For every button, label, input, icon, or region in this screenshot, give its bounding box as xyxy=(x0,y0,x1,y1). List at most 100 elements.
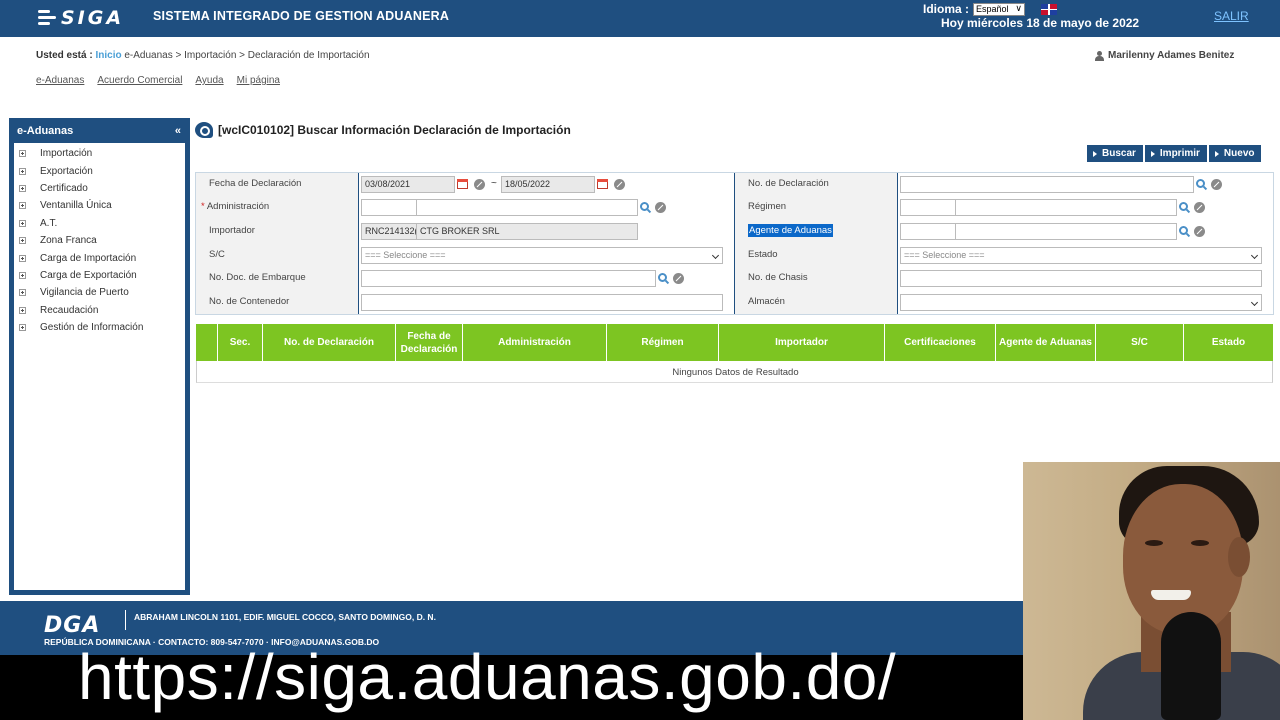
regimen-name-input[interactable] xyxy=(955,199,1177,216)
sidebar-item-label: Zona Franca xyxy=(40,235,97,247)
sidebar-item-exportacion[interactable]: Exportación xyxy=(14,162,185,179)
siga-logo[interactable]: SIGA xyxy=(38,5,124,31)
no-contenedor-label: No. de Contenedor xyxy=(209,296,290,307)
required-marker: * xyxy=(201,201,205,212)
search-page-icon xyxy=(195,122,213,138)
date-range-separator: ~ xyxy=(491,178,497,189)
column-fecha-declaracion[interactable]: Fecha de Declaración xyxy=(396,324,463,361)
sidebar-item-vigilancia-puerto[interactable]: Vigilancia de Puerto xyxy=(14,284,185,301)
column-administracion[interactable]: Administración xyxy=(463,324,607,361)
nav-mi-pagina[interactable]: Mi página xyxy=(237,75,280,86)
no-declaracion-input[interactable] xyxy=(900,176,1194,193)
clear-icon[interactable] xyxy=(673,273,684,284)
no-declaracion-label: No. de Declaración xyxy=(748,178,829,189)
sidebar-item-carga-exportacion[interactable]: Carga de Exportación xyxy=(14,267,185,284)
sidebar-item-zona-franca[interactable]: Zona Franca xyxy=(14,232,185,249)
sidebar-menu: Importación Exportación Certificado Vent… xyxy=(14,143,185,590)
expand-icon[interactable] xyxy=(19,254,26,262)
search-form: Fecha de Declaración 03/08/2021 ~ 18/05/… xyxy=(195,172,1274,315)
expand-icon[interactable] xyxy=(19,184,26,192)
column-certificaciones[interactable]: Certificaciones xyxy=(885,324,996,361)
fecha-declaracion-label: Fecha de Declaración xyxy=(209,178,302,189)
column-regimen[interactable]: Régimen xyxy=(607,324,719,361)
search-button[interactable]: Buscar xyxy=(1087,145,1143,162)
importador-code-input[interactable]: RNC214132( xyxy=(361,223,417,240)
sidebar-header: e-Aduanas « xyxy=(14,121,185,141)
column-sec[interactable]: Sec. xyxy=(218,324,263,361)
column-sc[interactable]: S/C xyxy=(1096,324,1184,361)
expand-icon[interactable] xyxy=(19,202,26,210)
search-icon[interactable] xyxy=(1196,179,1205,188)
search-icon[interactable] xyxy=(1179,226,1188,235)
sidebar-item-label: Gestión de Información xyxy=(40,322,144,334)
arrow-right-icon xyxy=(1093,150,1097,157)
column-no-declaracion[interactable]: No. de Declaración xyxy=(263,324,396,361)
new-button[interactable]: Nuevo xyxy=(1208,145,1262,162)
administracion-code-input[interactable] xyxy=(361,199,417,216)
language-select[interactable]: Español xyxy=(973,2,1026,16)
top-nav: e-Aduanas Acuerdo Comercial Ayuda Mi pág… xyxy=(36,75,280,86)
logout-link[interactable]: SALIR xyxy=(1214,9,1249,23)
search-icon[interactable] xyxy=(1179,202,1188,211)
no-chasis-label: No. de Chasis xyxy=(748,272,808,283)
clear-icon[interactable] xyxy=(1194,226,1205,237)
expand-icon[interactable] xyxy=(19,324,26,332)
expand-icon[interactable] xyxy=(19,289,26,297)
clear-icon[interactable] xyxy=(1211,179,1222,190)
column-estado[interactable]: Estado xyxy=(1184,324,1273,361)
top-header: SIGA SISTEMA INTEGRADO DE GESTION ADUANE… xyxy=(0,0,1280,37)
doc-embarque-input[interactable] xyxy=(361,270,656,287)
sidebar-item-carga-importacion[interactable]: Carga de Importación xyxy=(14,249,185,266)
sidebar-item-at[interactable]: A.T. xyxy=(14,215,185,232)
sidebar-item-certificado[interactable]: Certificado xyxy=(14,180,185,197)
search-icon[interactable] xyxy=(658,273,667,282)
user-name: Marilenny Adames Benitez xyxy=(1108,50,1235,61)
almacen-select[interactable] xyxy=(900,294,1262,311)
clear-icon[interactable] xyxy=(474,179,485,190)
estado-select[interactable]: === Seleccione === xyxy=(900,247,1262,264)
regimen-label: Régimen xyxy=(748,201,787,212)
nav-ayuda[interactable]: Ayuda xyxy=(195,75,223,86)
search-icon[interactable] xyxy=(640,202,649,211)
sidebar-item-importacion[interactable]: Importación xyxy=(14,145,185,162)
column-agente-aduanas[interactable]: Agente de Aduanas xyxy=(996,324,1096,361)
clear-icon[interactable] xyxy=(614,179,625,190)
expand-icon[interactable] xyxy=(19,237,26,245)
column-importador[interactable]: Importador xyxy=(719,324,885,361)
clear-icon[interactable] xyxy=(655,202,666,213)
calendar-icon[interactable] xyxy=(597,179,608,189)
clear-icon[interactable] xyxy=(1194,202,1205,213)
sc-label: S/C xyxy=(209,249,225,260)
webcam-overlay xyxy=(1023,462,1280,720)
breadcrumb-home-link[interactable]: Inicio xyxy=(95,50,121,61)
sc-select[interactable]: === Seleccione === xyxy=(361,247,723,264)
sidebar-item-recaudacion[interactable]: Recaudación xyxy=(14,302,185,319)
agente-code-input[interactable] xyxy=(900,223,956,240)
almacen-label: Almacén xyxy=(748,296,785,307)
expand-icon[interactable] xyxy=(19,150,26,158)
print-button[interactable]: Imprimir xyxy=(1144,145,1207,162)
expand-icon[interactable] xyxy=(19,167,26,175)
form-row-1: Fecha de Declaración 03/08/2021 ~ 18/05/… xyxy=(196,173,1273,196)
expand-icon[interactable] xyxy=(19,271,26,279)
regimen-code-input[interactable] xyxy=(900,199,956,216)
nav-e-aduanas[interactable]: e-Aduanas xyxy=(36,75,84,86)
importador-name-input[interactable]: CTG BROKER SRL xyxy=(416,223,638,240)
no-chasis-input[interactable] xyxy=(900,270,1262,287)
agente-name-input[interactable] xyxy=(955,223,1177,240)
collapse-sidebar-icon[interactable]: « xyxy=(175,125,181,137)
fecha-hasta-input[interactable]: 18/05/2022 xyxy=(501,176,595,193)
column-checkbox[interactable] xyxy=(196,324,218,361)
sidebar-item-label: Certificado xyxy=(40,182,88,194)
administracion-name-input[interactable] xyxy=(416,199,638,216)
sidebar-item-ventanilla-unica[interactable]: Ventanilla Única xyxy=(14,197,185,214)
results-table-header: Sec. No. de Declaración Fecha de Declara… xyxy=(196,324,1273,361)
calendar-icon[interactable] xyxy=(457,179,468,189)
search-button-label: Buscar xyxy=(1102,148,1136,159)
no-contenedor-input[interactable] xyxy=(361,294,723,311)
fecha-desde-input[interactable]: 03/08/2021 xyxy=(361,176,455,193)
nav-acuerdo-comercial[interactable]: Acuerdo Comercial xyxy=(97,75,182,86)
expand-icon[interactable] xyxy=(19,306,26,314)
expand-icon[interactable] xyxy=(19,219,26,227)
sidebar-item-gestion-informacion[interactable]: Gestión de Información xyxy=(14,319,185,336)
